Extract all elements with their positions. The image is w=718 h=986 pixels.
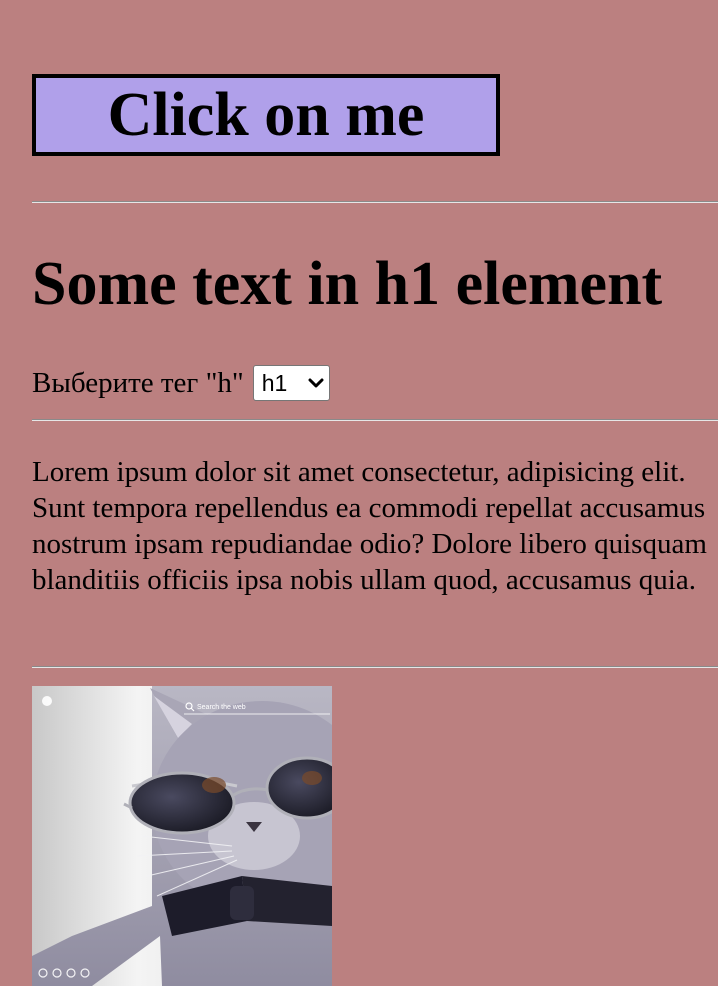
cat-sunglasses-image: Search the web — [32, 686, 332, 986]
heading-tag-label: Выберите тег "h" — [32, 366, 244, 399]
click-on-me-button[interactable]: Click on me — [32, 74, 500, 156]
heading-tag-selector-row: Выберите тег "h" h1 — [32, 364, 330, 402]
divider — [32, 419, 718, 421]
divider — [32, 201, 718, 203]
heading-tag-select-value: h1 — [261, 369, 288, 396]
heading-tag-select[interactable]: h1 — [252, 365, 330, 401]
divider — [32, 666, 718, 668]
chevron-down-icon — [303, 365, 329, 401]
page-heading: Some text in h1 element — [32, 250, 663, 318]
lorem-paragraph: Lorem ipsum dolor sit amet consectetur, … — [32, 456, 707, 596]
image-search-placeholder: Search the web — [197, 704, 246, 711]
